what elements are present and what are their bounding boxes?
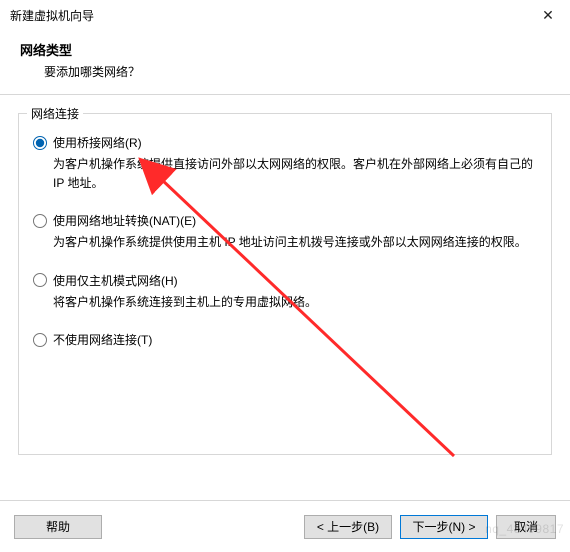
option-hostonly: 使用仅主机模式网络(H) 将客户机操作系统连接到主机上的专用虚拟网络。 xyxy=(33,272,537,312)
option-nat: 使用网络地址转换(NAT)(E) 为客户机操作系统提供使用主机 IP 地址访问主… xyxy=(33,212,537,252)
titlebar: 新建虚拟机向导 ✕ xyxy=(0,0,570,30)
fieldset-legend: 网络连接 xyxy=(27,105,83,122)
wizard-footer: 帮助 < 上一步(B) 下一步(N) > 取消 xyxy=(0,500,570,552)
option-hostonly-label: 使用仅主机模式网络(H) xyxy=(53,272,178,289)
wizard-body: 网络连接 使用桥接网络(R) 为客户机操作系统提供直接访问外部以太网网络的权限。… xyxy=(0,95,570,455)
option-nat-label: 使用网络地址转换(NAT)(E) xyxy=(53,212,196,229)
option-bridged-desc: 为客户机操作系统提供直接访问外部以太网网络的权限。客户机在外部网络上必须有自己的… xyxy=(53,155,537,192)
radio-hostonly[interactable] xyxy=(33,273,47,287)
back-button[interactable]: < 上一步(B) xyxy=(304,515,392,539)
option-bridged-row[interactable]: 使用桥接网络(R) xyxy=(33,134,537,151)
option-none-row[interactable]: 不使用网络连接(T) xyxy=(33,331,537,348)
radio-bridged[interactable] xyxy=(33,136,47,150)
help-button[interactable]: 帮助 xyxy=(14,515,102,539)
option-hostonly-row[interactable]: 使用仅主机模式网络(H) xyxy=(33,272,537,289)
option-bridged: 使用桥接网络(R) 为客户机操作系统提供直接访问外部以太网网络的权限。客户机在外… xyxy=(33,134,537,192)
cancel-button[interactable]: 取消 xyxy=(496,515,556,539)
close-button[interactable]: ✕ xyxy=(526,0,570,30)
option-none: 不使用网络连接(T) xyxy=(33,331,537,348)
page-subtitle: 要添加哪类网络？ xyxy=(20,63,550,80)
next-button[interactable]: 下一步(N) > xyxy=(400,515,488,539)
option-bridged-label: 使用桥接网络(R) xyxy=(53,134,142,151)
option-hostonly-desc: 将客户机操作系统连接到主机上的专用虚拟网络。 xyxy=(53,293,537,312)
page-title: 网络类型 xyxy=(20,40,550,59)
close-icon: ✕ xyxy=(542,7,554,24)
option-nat-row[interactable]: 使用网络地址转换(NAT)(E) xyxy=(33,212,537,229)
radio-nat[interactable] xyxy=(33,214,47,228)
radio-none[interactable] xyxy=(33,333,47,347)
option-none-label: 不使用网络连接(T) xyxy=(53,331,152,348)
window-title: 新建虚拟机向导 xyxy=(10,7,94,24)
wizard-header: 网络类型 要添加哪类网络？ xyxy=(0,30,570,95)
network-connection-fieldset: 网络连接 使用桥接网络(R) 为客户机操作系统提供直接访问外部以太网网络的权限。… xyxy=(18,113,552,455)
option-nat-desc: 为客户机操作系统提供使用主机 IP 地址访问主机拨号连接或外部以太网网络连接的权… xyxy=(53,233,537,252)
